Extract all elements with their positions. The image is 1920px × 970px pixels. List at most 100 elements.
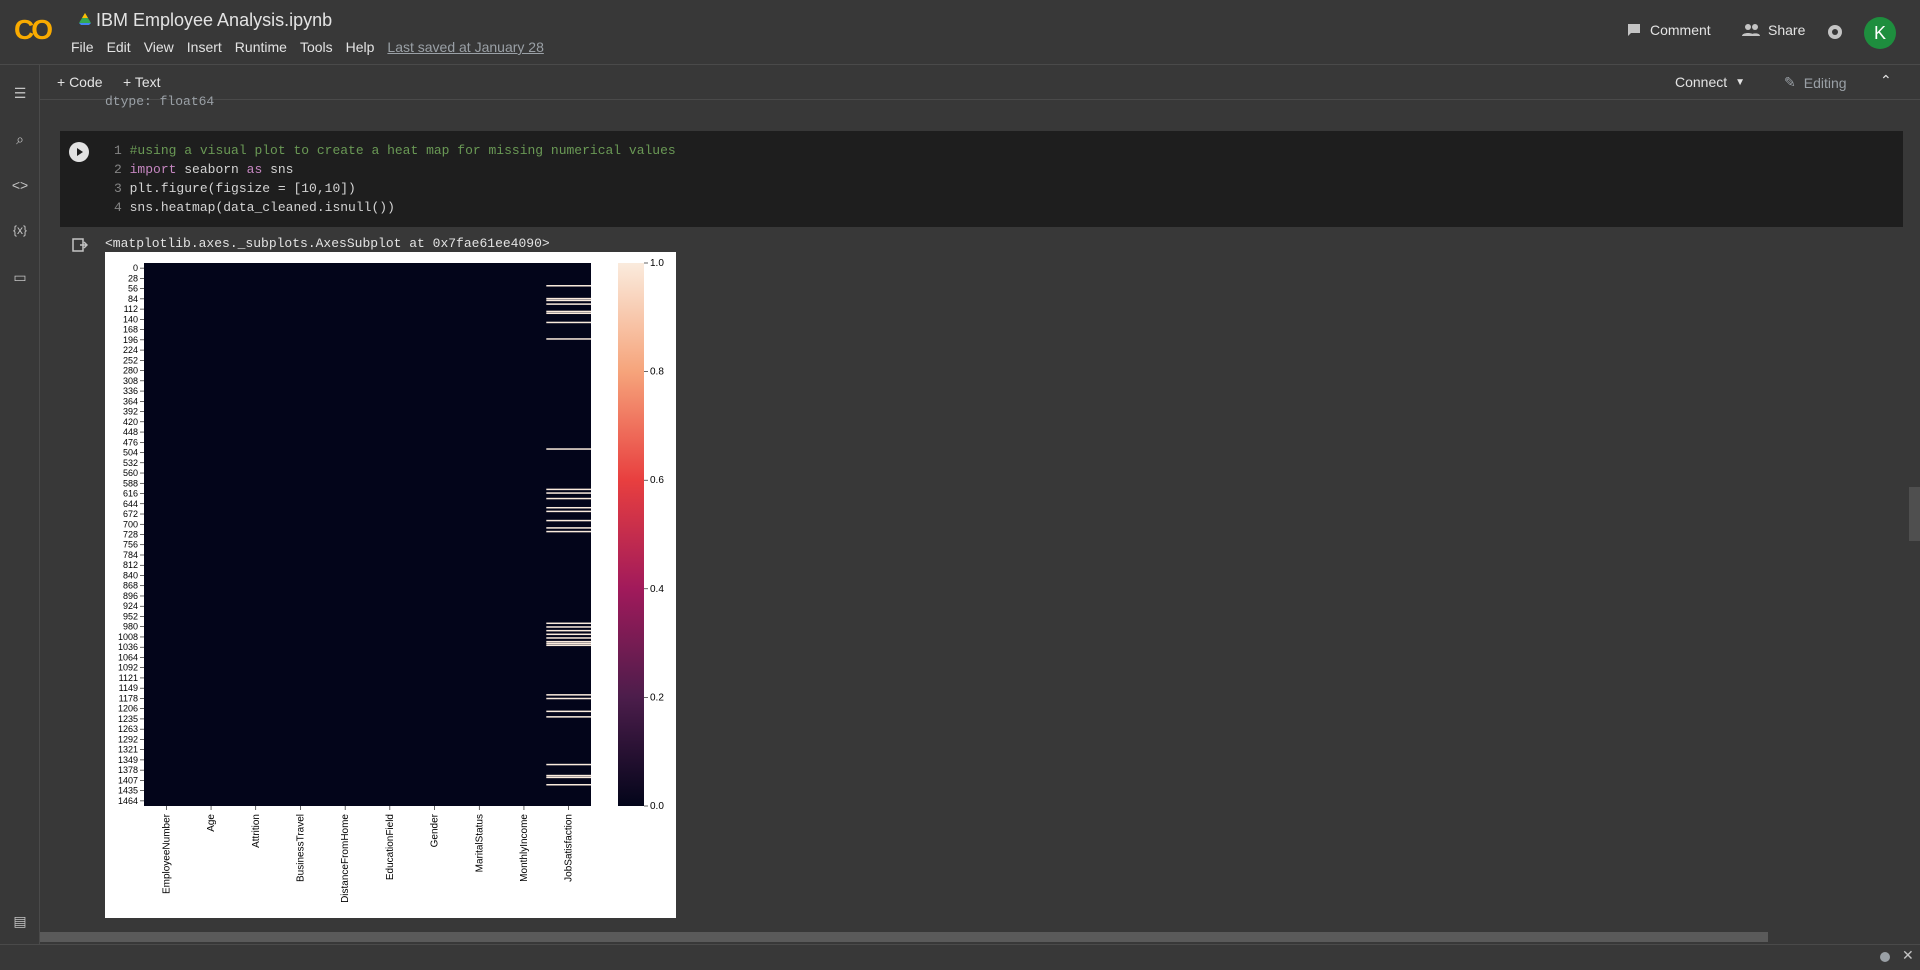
missing-value-band: [546, 321, 591, 324]
vertical-scrollbar-thumb[interactable]: [1909, 487, 1920, 541]
missing-value-band: [546, 626, 591, 628]
code-line-3[interactable]: 3 plt.figure(figsize = [10,10]): [114, 181, 356, 196]
horizontal-scrollbar[interactable]: [40, 932, 1768, 942]
missing-value-band: [546, 783, 591, 786]
missing-value-band: [546, 716, 591, 718]
row-tick-label: 1206: [118, 704, 138, 714]
comment-label: Comment: [1650, 22, 1711, 38]
code-keyword: import: [129, 162, 177, 177]
output-repr-text: <matplotlib.axes._subplots.AxesSubplot a…: [105, 236, 550, 251]
search-icon[interactable]: ⌕: [11, 131, 29, 149]
code-line-4[interactable]: 4 sns.heatmap(data_cleaned.isnull()): [114, 200, 395, 215]
row-tick-label: 28: [128, 273, 138, 283]
table-of-contents-icon[interactable]: ☰: [11, 85, 29, 103]
missing-value-band: [546, 530, 591, 533]
row-tick-label: 196: [123, 335, 138, 345]
row-tick-label: 336: [123, 386, 138, 396]
editing-label: Editing: [1803, 74, 1847, 91]
connect-button[interactable]: Connect ▼: [1675, 74, 1745, 90]
column-tick-label: MonthlyIncome: [519, 814, 530, 882]
add-code-button[interactable]: + Code: [57, 74, 103, 90]
menu-tools[interactable]: Tools: [300, 39, 333, 55]
row-tick-label: 924: [123, 601, 138, 611]
share-people-icon: [1742, 24, 1760, 36]
status-bar: ✕: [0, 944, 1920, 970]
code-comment: #using a visual plot to create a heat ma…: [129, 143, 676, 158]
missing-value-band: [546, 510, 591, 513]
missing-value-band: [546, 312, 591, 315]
add-code-label: + Code: [57, 74, 103, 90]
output-actions-icon[interactable]: [72, 238, 88, 252]
missing-value-band: [546, 697, 591, 700]
missing-value-band: [546, 776, 591, 779]
close-icon[interactable]: ✕: [1902, 947, 1914, 964]
column-tick-label: JobSatisfaction: [564, 814, 575, 882]
heatmap-svg: 0285684112140168196224252280308336364392…: [118, 258, 664, 903]
account-avatar[interactable]: K: [1864, 17, 1896, 49]
missing-value-band: [546, 622, 591, 625]
row-tick-label: 1263: [118, 724, 138, 734]
missing-value-band: [546, 519, 591, 522]
comment-icon: [1628, 24, 1640, 36]
notebook-title[interactable]: IBM Employee Analysis.ipynb: [96, 10, 332, 31]
missing-value-band: [546, 297, 591, 300]
code-line-2[interactable]: 2 import seaborn as sns: [114, 162, 293, 177]
row-tick-label: 56: [128, 284, 138, 294]
missing-value-band: [546, 285, 591, 287]
row-tick-label: 224: [123, 345, 138, 355]
row-tick-label: 1092: [118, 663, 138, 673]
column-tick-label: Age: [206, 814, 217, 832]
row-tick-label: 448: [123, 427, 138, 437]
missing-value-band: [546, 497, 591, 500]
variables-icon[interactable]: {x}: [11, 223, 29, 241]
row-tick-label: 1349: [118, 755, 138, 765]
missing-value-band: [546, 694, 591, 696]
missing-value-band: [546, 310, 591, 313]
row-tick-label: 140: [123, 314, 138, 324]
code-snippets-icon[interactable]: <>: [11, 177, 29, 195]
code-keyword: as: [246, 162, 263, 177]
row-tick-label: 1292: [118, 734, 138, 744]
collapse-header-button[interactable]: ⌃: [1880, 72, 1892, 89]
share-label: Share: [1768, 22, 1806, 38]
colorbar-tick-label: 0.0: [650, 801, 664, 812]
terminal-icon[interactable]: ▤: [11, 913, 29, 931]
menu-runtime[interactable]: Runtime: [235, 39, 287, 55]
menu-bar: File Edit View Insert Runtime Tools Help…: [71, 39, 557, 55]
missing-value-band: [546, 338, 591, 340]
files-folder-icon[interactable]: ▭: [11, 269, 29, 287]
add-text-label: + Text: [123, 74, 161, 90]
code-text: sns: [262, 162, 294, 177]
line-number: 1: [114, 143, 122, 158]
row-tick-label: 1435: [118, 786, 138, 796]
comment-button[interactable]: Comment: [1626, 22, 1711, 38]
code-line-1[interactable]: 1 #using a visual plot to create a heat …: [114, 143, 676, 158]
code-text: seaborn: [176, 162, 247, 177]
column-tick-label: Gender: [430, 813, 441, 847]
share-button[interactable]: Share: [1742, 22, 1805, 38]
add-text-button[interactable]: + Text: [123, 74, 161, 90]
last-saved-link[interactable]: Last saved at January 28: [387, 39, 543, 55]
colab-logo[interactable]: CO: [14, 14, 53, 46]
row-tick-label: 840: [123, 570, 138, 580]
menu-edit[interactable]: Edit: [107, 39, 131, 55]
row-tick-label: 392: [123, 407, 138, 417]
line-number: 3: [114, 181, 122, 196]
menu-file[interactable]: File: [71, 39, 94, 55]
editing-mode-button[interactable]: ✎ Editing: [1784, 74, 1847, 91]
row-tick-label: 980: [123, 622, 138, 632]
row-tick-label: 1064: [118, 652, 138, 662]
row-tick-label: 280: [123, 366, 138, 376]
run-cell-button[interactable]: [69, 142, 89, 162]
menu-insert[interactable]: Insert: [187, 39, 222, 55]
row-tick-label: 784: [123, 550, 138, 560]
row-tick-label: 644: [123, 499, 138, 509]
missing-value-band: [546, 640, 591, 643]
settings-gear-icon[interactable]: [1826, 23, 1844, 41]
missing-value-band: [546, 710, 591, 713]
menu-view[interactable]: View: [144, 39, 174, 55]
heatmap-figure: 0 28 56 84 112 140 168 196 224 252 280 308 336 364 392…: [105, 252, 676, 918]
menu-help[interactable]: Help: [346, 39, 375, 55]
row-tick-label: 1378: [118, 765, 138, 775]
row-tick-label: 812: [123, 560, 138, 570]
